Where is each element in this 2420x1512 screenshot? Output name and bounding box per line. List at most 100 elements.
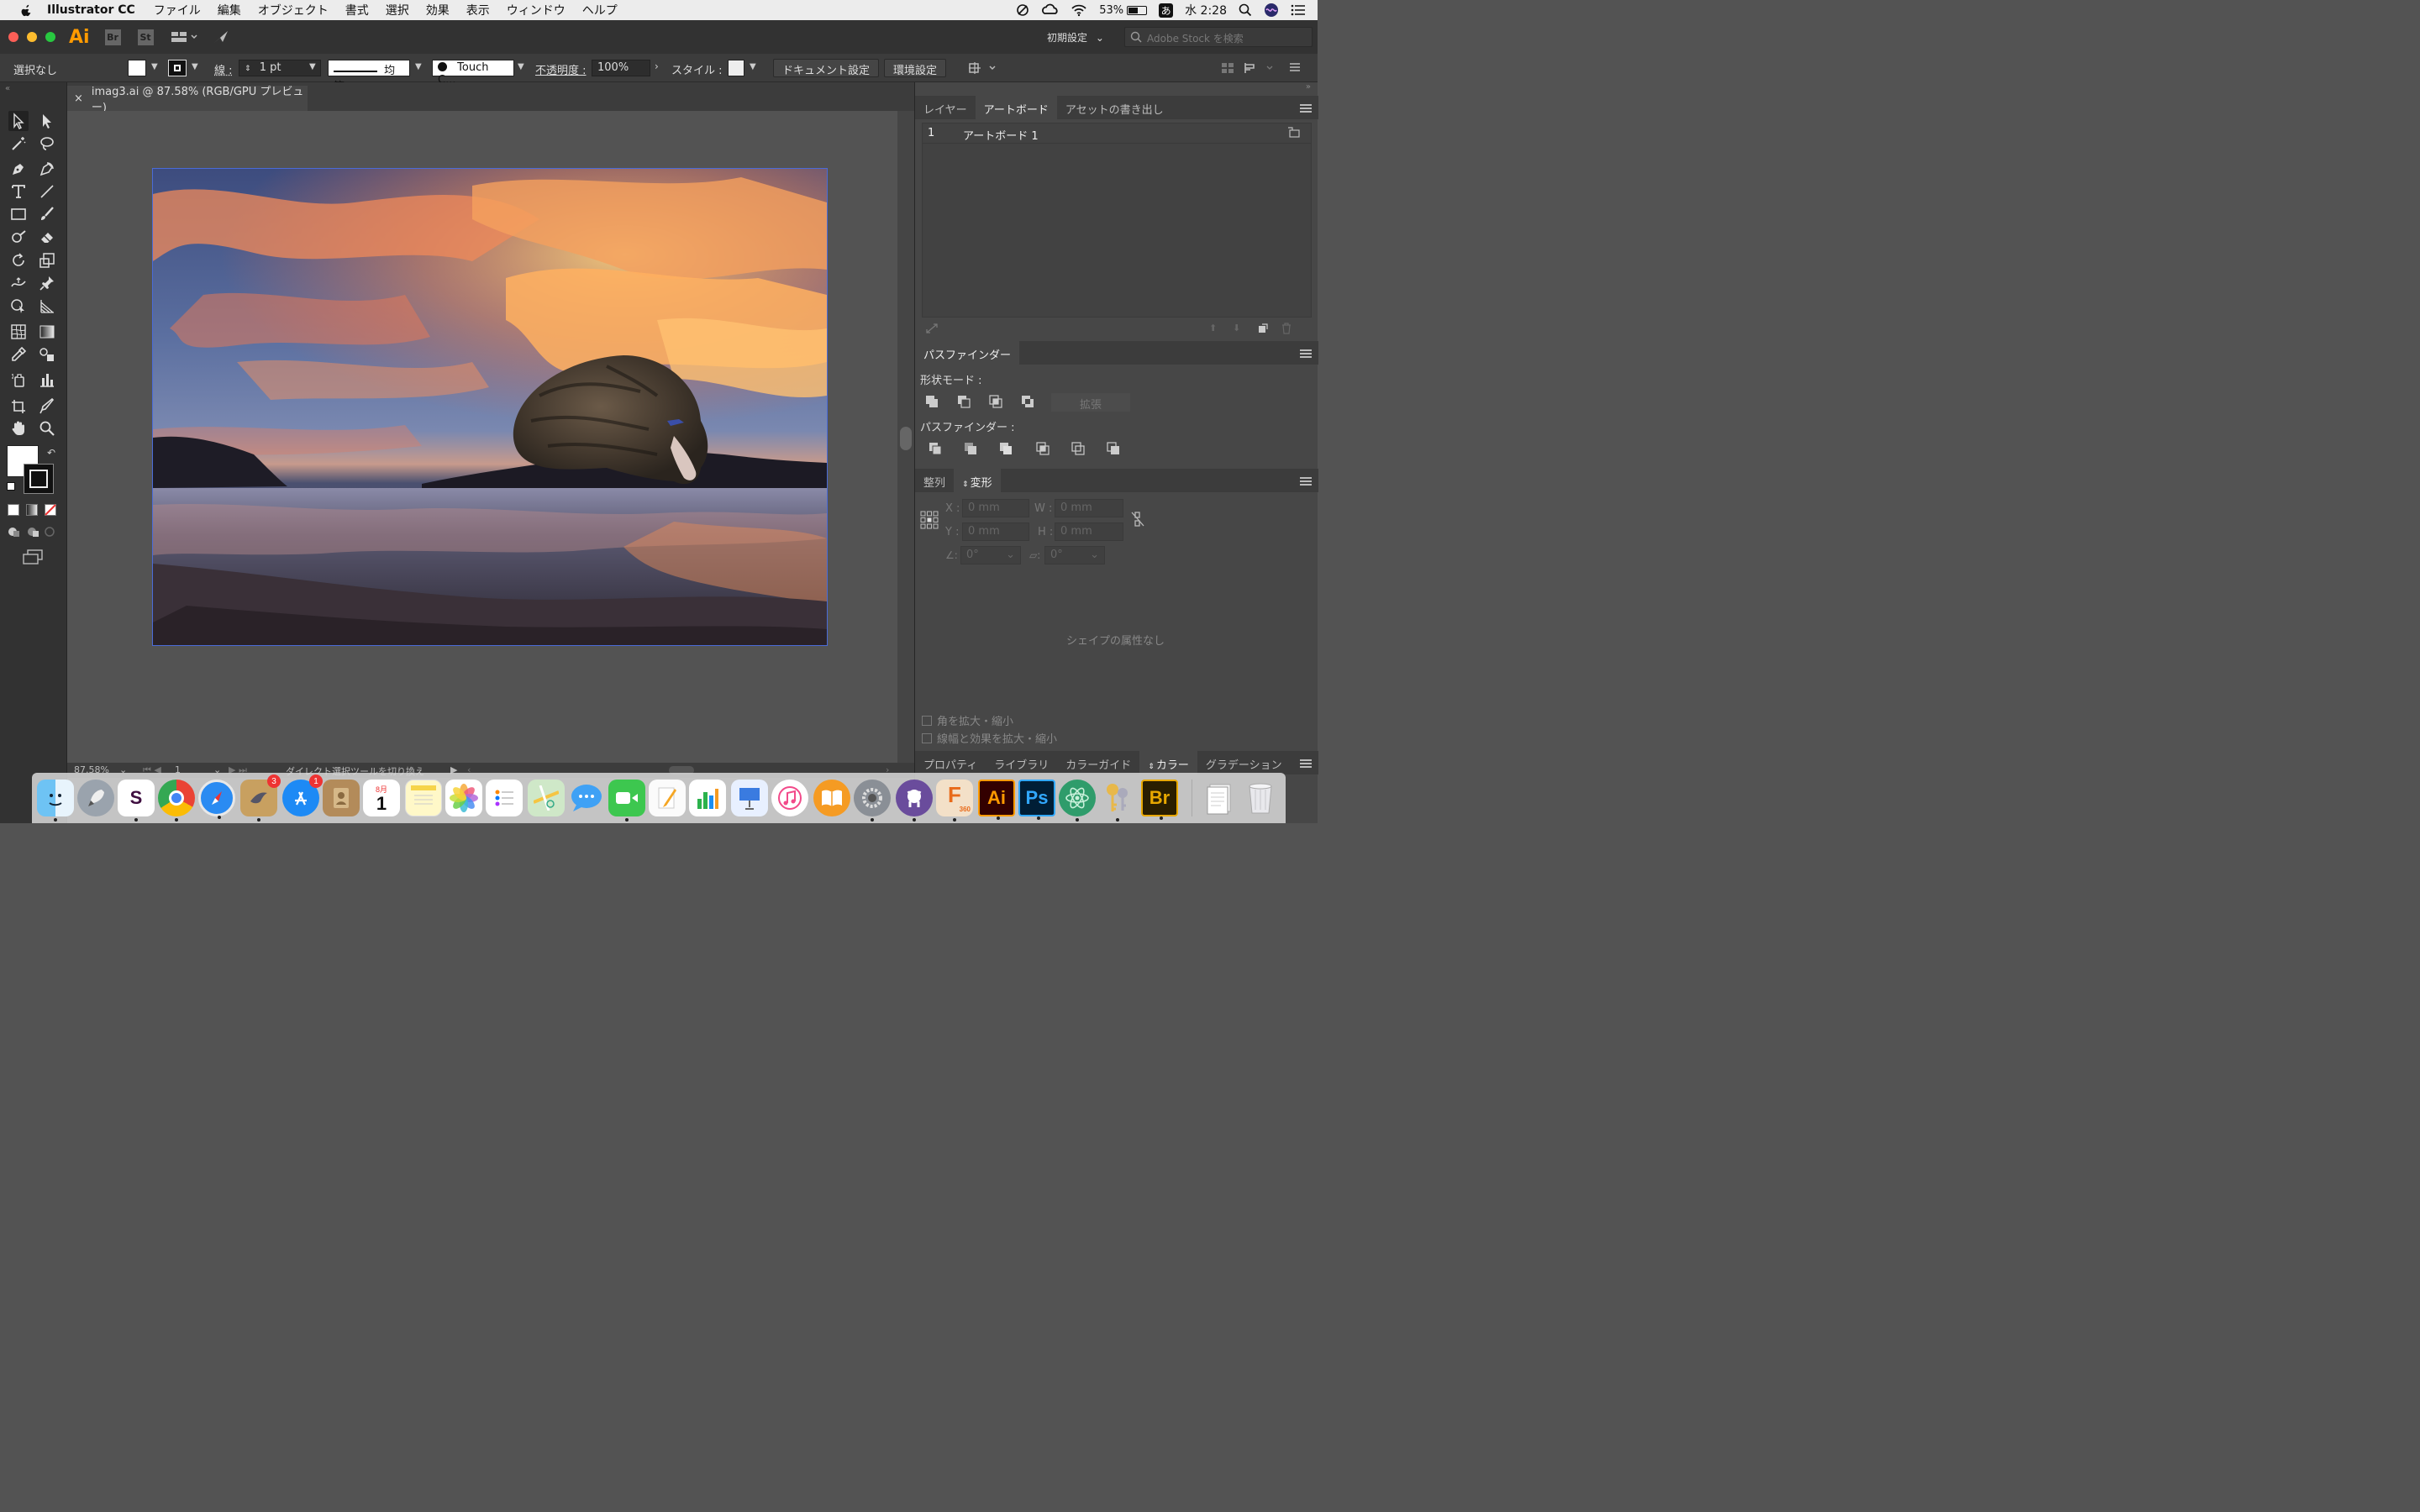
fill-dropdown-chevron-icon[interactable]: ▼ [151,62,158,71]
shape-builder-tool[interactable] [8,296,29,316]
width-field[interactable]: 0 mm [1055,499,1123,517]
profile-chevron-icon[interactable]: ▼ [415,62,422,71]
zoom-window-button[interactable] [45,32,55,42]
apple-icon[interactable] [18,3,34,18]
artboard-tool[interactable] [8,396,29,417]
menubar-clock[interactable]: 水 2:28 [1185,2,1227,18]
pen-tool[interactable] [8,159,29,179]
mesh-tool[interactable] [8,322,29,342]
stroke-dropdown-chevron-icon[interactable]: ▼ [192,62,198,71]
reminders-icon[interactable] [486,780,523,816]
control-bar-menu-icon[interactable] [1289,62,1301,72]
numbers-icon[interactable] [689,780,726,816]
constrain-proportions-link-icon[interactable] [1130,511,1145,528]
magic-wand-tool[interactable] [8,134,29,154]
creative-cloud-icon[interactable] [1042,3,1059,17]
placed-image-sunset-cat[interactable] [153,169,827,645]
menu-effect[interactable]: 効果 [426,2,450,18]
minus-front-icon[interactable] [955,393,972,410]
reference-point-icon[interactable] [920,511,939,529]
width-tool[interactable] [8,273,29,293]
arrange-documents-icon[interactable] [171,30,197,44]
draw-behind-icon[interactable] [26,526,39,538]
scale-strokes-box[interactable] [922,732,932,743]
minimize-window-button[interactable] [27,32,37,42]
rotate-angle-field[interactable]: 0° ⌄ [960,546,1021,564]
atom-icon[interactable] [1059,780,1096,822]
preferences-button[interactable]: 環境設定 [884,59,947,77]
zoom-tool[interactable] [37,418,57,438]
symbol-sprayer-tool[interactable] [8,370,29,390]
document-tab[interactable]: × imag3.ai @ 87.58% (RGB/GPU プレビュー) [67,86,308,114]
exclude-icon[interactable] [1019,393,1036,410]
shear-angle-chevron-icon[interactable]: ⌄ [1090,549,1099,561]
expand-button[interactable]: 拡張 [1051,393,1130,412]
calendar-icon[interactable]: 8月 1 [363,780,400,816]
draw-inside-icon[interactable] [44,526,57,538]
notes-icon[interactable] [405,780,442,816]
trim-icon[interactable] [962,440,979,457]
brush-definition[interactable]: Touch C... [432,60,514,87]
tab-pathfinder[interactable]: パスファインダー [915,341,1020,365]
merge-icon[interactable] [997,440,1014,457]
scale-tool[interactable] [37,250,57,270]
photo-slideshow-icon[interactable]: 3 [240,774,281,822]
menu-object[interactable]: オブジェクト [258,2,329,18]
none-mode-icon[interactable] [45,504,56,516]
safari-icon[interactable] [198,780,235,819]
pathfinder-menu-icon[interactable] [1300,349,1312,360]
stroke-swatch[interactable] [24,464,54,494]
divide-icon[interactable] [927,440,944,457]
facetime-icon[interactable] [608,780,645,822]
shaper-tool[interactable] [8,227,29,247]
opacity-field[interactable]: 100% [592,60,650,76]
shear-angle-field[interactable]: 0° ⌄ [1044,546,1105,564]
tab-align[interactable]: 整列 [915,469,954,492]
menu-file[interactable]: ファイル [154,2,201,18]
eraser-tool[interactable] [37,227,57,247]
trash-icon[interactable] [1242,780,1279,816]
stroke-weight-chevron-icon[interactable]: ▼ [309,62,316,71]
backup-status-icon[interactable] [1015,3,1030,18]
tab-color-guide[interactable]: カラーガイド [1057,751,1139,774]
vertical-scrollbar[interactable] [897,111,914,763]
app-store-icon[interactable]: 1 [282,774,323,816]
perspective-grid-tool[interactable] [37,296,57,316]
screen-mode-icon[interactable] [22,549,44,564]
align-panel-icon[interactable] [1220,61,1235,75]
brush-chevron-icon[interactable]: ▼ [518,62,524,71]
direct-selection-tool[interactable] [37,111,57,131]
messages-icon[interactable] [568,780,605,816]
gpu-performance-icon[interactable] [213,29,229,45]
tab-libraries[interactable]: ライブラリ [986,751,1057,774]
intersect-icon[interactable] [987,393,1004,410]
stroke-stepper-icon[interactable]: ⇕ [245,65,251,73]
menu-edit[interactable]: 編集 [218,2,241,18]
keychain-access-icon[interactable] [1099,780,1136,822]
slack-icon[interactable]: S [118,780,155,822]
type-tool[interactable] [8,181,29,202]
workspace-switcher[interactable]: 初期設定 ⌄ [1047,30,1104,45]
artboard-options-icon[interactable] [1287,127,1301,139]
unite-icon[interactable] [923,393,940,410]
stroke-label[interactable]: 線 : [214,61,233,77]
photos-icon[interactable] [445,780,482,816]
siri-icon[interactable] [1264,3,1279,18]
stock-button[interactable]: St [137,29,154,45]
variable-width-profile[interactable]: 均等 [328,60,410,93]
opacity-label[interactable]: 不透明度 : [535,61,587,77]
x-field[interactable]: 0 mm [962,499,1029,517]
swap-fill-stroke-icon[interactable]: ↶ [47,447,55,459]
tab-transform[interactable]: ⇕ 変形 [954,469,1001,492]
menu-view[interactable]: 表示 [466,2,490,18]
vertical-scroll-thumb[interactable] [900,427,912,450]
collapse-toolbar-icon[interactable]: « [5,84,10,93]
color-panel-menu-icon[interactable] [1300,759,1312,769]
contacts-icon[interactable] [323,780,360,816]
transform-panel-icon[interactable] [1244,61,1277,75]
collapse-panels-icon[interactable]: » [1306,82,1311,92]
panel-menu-icon[interactable] [1300,104,1312,114]
y-field[interactable]: 0 mm [962,522,1029,541]
fill-color-swatch[interactable] [128,60,146,76]
puppet-warp-tool[interactable] [37,273,57,293]
